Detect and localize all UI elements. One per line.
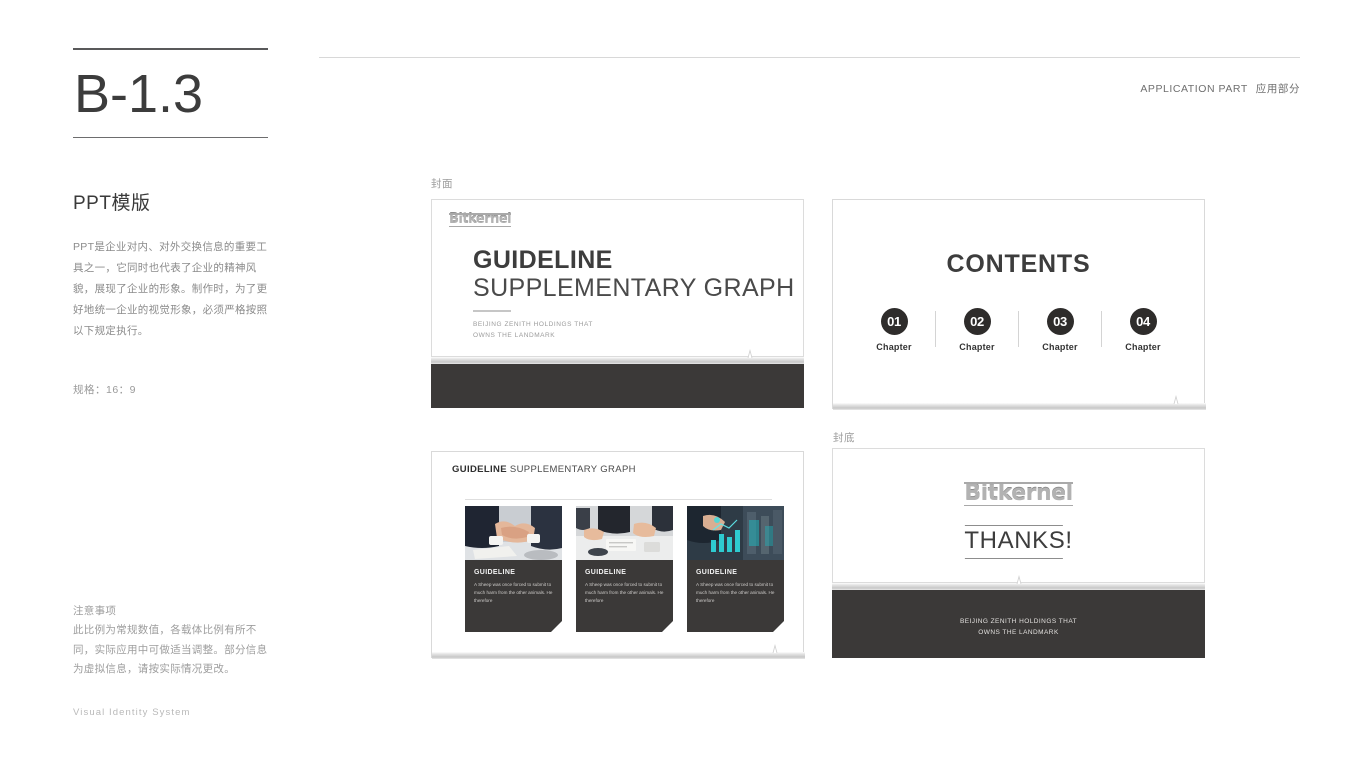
chapter-label: Chapter [1042,342,1078,352]
cover-canvas: Bitkernel GUIDELINE SUPPLEMENTARY GRAPH … [431,199,804,357]
header-label-en: APPLICATION PART [1140,83,1248,95]
card-body: GUIDELINE A Sheep was once forced to sub… [687,560,784,632]
bitkernel-logo-icon: Bitkernel [964,481,1073,506]
back-cover-canvas: Bitkernel THANKS! [832,448,1205,583]
caption-back-cover: 封底 [833,432,855,444]
cards-title: GUIDELINE SUPPLEMENTARY GRAPH [452,464,636,475]
chapter-number-badge: 02 [963,308,991,335]
card-item: GUIDELINE A Sheep was once forced to sub… [465,506,562,632]
card-heading: GUIDELINE [474,569,516,576]
thanks-rule-bottom [964,557,1063,559]
chapter-item: 02 Chapter [936,308,1018,352]
card-body: GUIDELINE A Sheep was once forced to sub… [465,560,562,632]
cards-title-bold: GUIDELINE [452,464,507,475]
cover-title-main: GUIDELINE [473,246,613,274]
cards-notch-icon [762,644,788,653]
caption-cover: 封面 [431,178,453,190]
back-cover-notch-icon [1006,575,1032,584]
notes-heading: 注意事项 [73,605,117,617]
back-cover-footer: BEIJING ZENITH HOLDINGS THAT OWNS THE LA… [832,616,1205,639]
back-cover-dark-panel: BEIJING ZENITH HOLDINGS THAT OWNS THE LA… [832,590,1205,658]
back-footer-line2: OWNS THE LANDMARK [978,629,1059,637]
back-cover-ledge [832,583,1205,590]
card-heading: GUIDELINE [696,569,738,576]
cover-ledge [431,357,804,364]
chapter-item: 03 Chapter [1019,308,1101,352]
card-text: A Sheep was once forced to submit to muc… [585,582,664,604]
notes-text: 此比例为常规数值，各载体比例有所不同，实际应用中可做适当调整。部分信息为虚拟信息… [73,624,268,676]
card-text: A Sheep was once forced to submit to muc… [696,582,775,604]
card-item: GUIDELINE A Sheep was once forced to sub… [576,506,673,632]
slide-cover: Bitkernel GUIDELINE SUPPLEMENTARY GRAPH … [431,199,804,409]
cover-subtitle-line1: BEIJING ZENITH HOLDINGS THAT [473,321,593,328]
chapter-number-badge: 04 [1129,308,1157,335]
chapter-list: 01 Chapter 02 Chapter 03 Chapter 04 Chap… [833,308,1204,352]
cover-logo: Bitkernel [449,210,512,228]
cards-divider [465,499,772,500]
header-application-part: APPLICATION PART 应用部分 [1140,81,1300,96]
title-rule-top [73,48,268,50]
data-chart-photo [687,506,784,560]
cards-title-rest: SUPPLEMENTARY GRAPH [506,464,636,475]
cards-row: GUIDELINE A Sheep was once forced to sub… [465,506,784,632]
chapter-label: Chapter [876,342,912,352]
chapter-label: Chapter [959,342,995,352]
header-label-cn: 应用部分 [1255,83,1300,95]
cover-accent-rule [473,310,511,312]
spec-ratio: 规格：16：9 [73,384,137,397]
cover-title-sub: SUPPLEMENTARY GRAPH [473,274,795,302]
cover-dark-panel [431,364,804,408]
chapter-label: Chapter [1125,342,1161,352]
meeting-photo [576,506,673,560]
slide-back-cover: Bitkernel THANKS! BEIJING ZENITH HOLDING… [832,448,1205,658]
cards-ledge [432,652,805,659]
vi-manual-page: APPLICATION PART 应用部分 B-1.3 PPT模版 PPT是企业对… [0,0,1366,768]
back-cover-logo: Bitkernel [833,481,1204,506]
chapter-number-badge: 01 [880,308,908,335]
slide-cards: GUIDELINE SUPPLEMENTARY GRAPH GUIDELINE … [431,451,805,659]
notes-block: 注意事项 此比例为常规数值，各载体比例有所不同，实际应用中可做适当调整。部分信息… [73,602,273,680]
section-description: PPT是企业对内、对外交换信息的重要工具之一，它同时也代表了企业的精神风貌，展现… [73,241,268,338]
chapter-item: 01 Chapter [853,308,935,352]
cover-subtitle-line2: OWNS THE LANDMARK [473,331,556,339]
bitkernel-logo-icon: Bitkernel [449,212,512,227]
section-heading: PPT模版 [73,193,151,215]
sidebar: B-1.3 PPT模版 PPT是企业对内、对外交换信息的重要工具之一，它同时也代… [73,48,278,397]
header-divider [319,57,1300,58]
card-heading: GUIDELINE [585,569,627,576]
contents-notch-icon [1163,395,1189,404]
cover-subtitle: BEIJING ZENITH HOLDINGS THAT OWNS THE LA… [473,320,593,341]
contents-ledge [833,403,1206,410]
slide-contents: CONTENTS 01 Chapter 02 Chapter 03 Chapte… [832,199,1206,410]
thanks-block: THANKS! [964,525,1072,559]
contents-title: CONTENTS [946,250,1091,278]
footer-brandline: Visual Identity System [73,707,191,718]
chapter-number-badge: 03 [1046,308,1074,335]
chapter-item: 04 Chapter [1102,308,1184,352]
card-item: GUIDELINE A Sheep was once forced to sub… [687,506,784,632]
handshake-photo [465,506,562,560]
card-text: A Sheep was once forced to submit to muc… [474,582,553,604]
thanks-text: THANKS! [964,527,1073,555]
title-rule-bottom [73,136,268,139]
cover-notch-icon [737,349,763,358]
page-title: B-1.3 [74,64,204,124]
back-footer-line1: BEIJING ZENITH HOLDINGS THAT [959,618,1078,625]
card-body: GUIDELINE A Sheep was once forced to sub… [576,560,673,632]
